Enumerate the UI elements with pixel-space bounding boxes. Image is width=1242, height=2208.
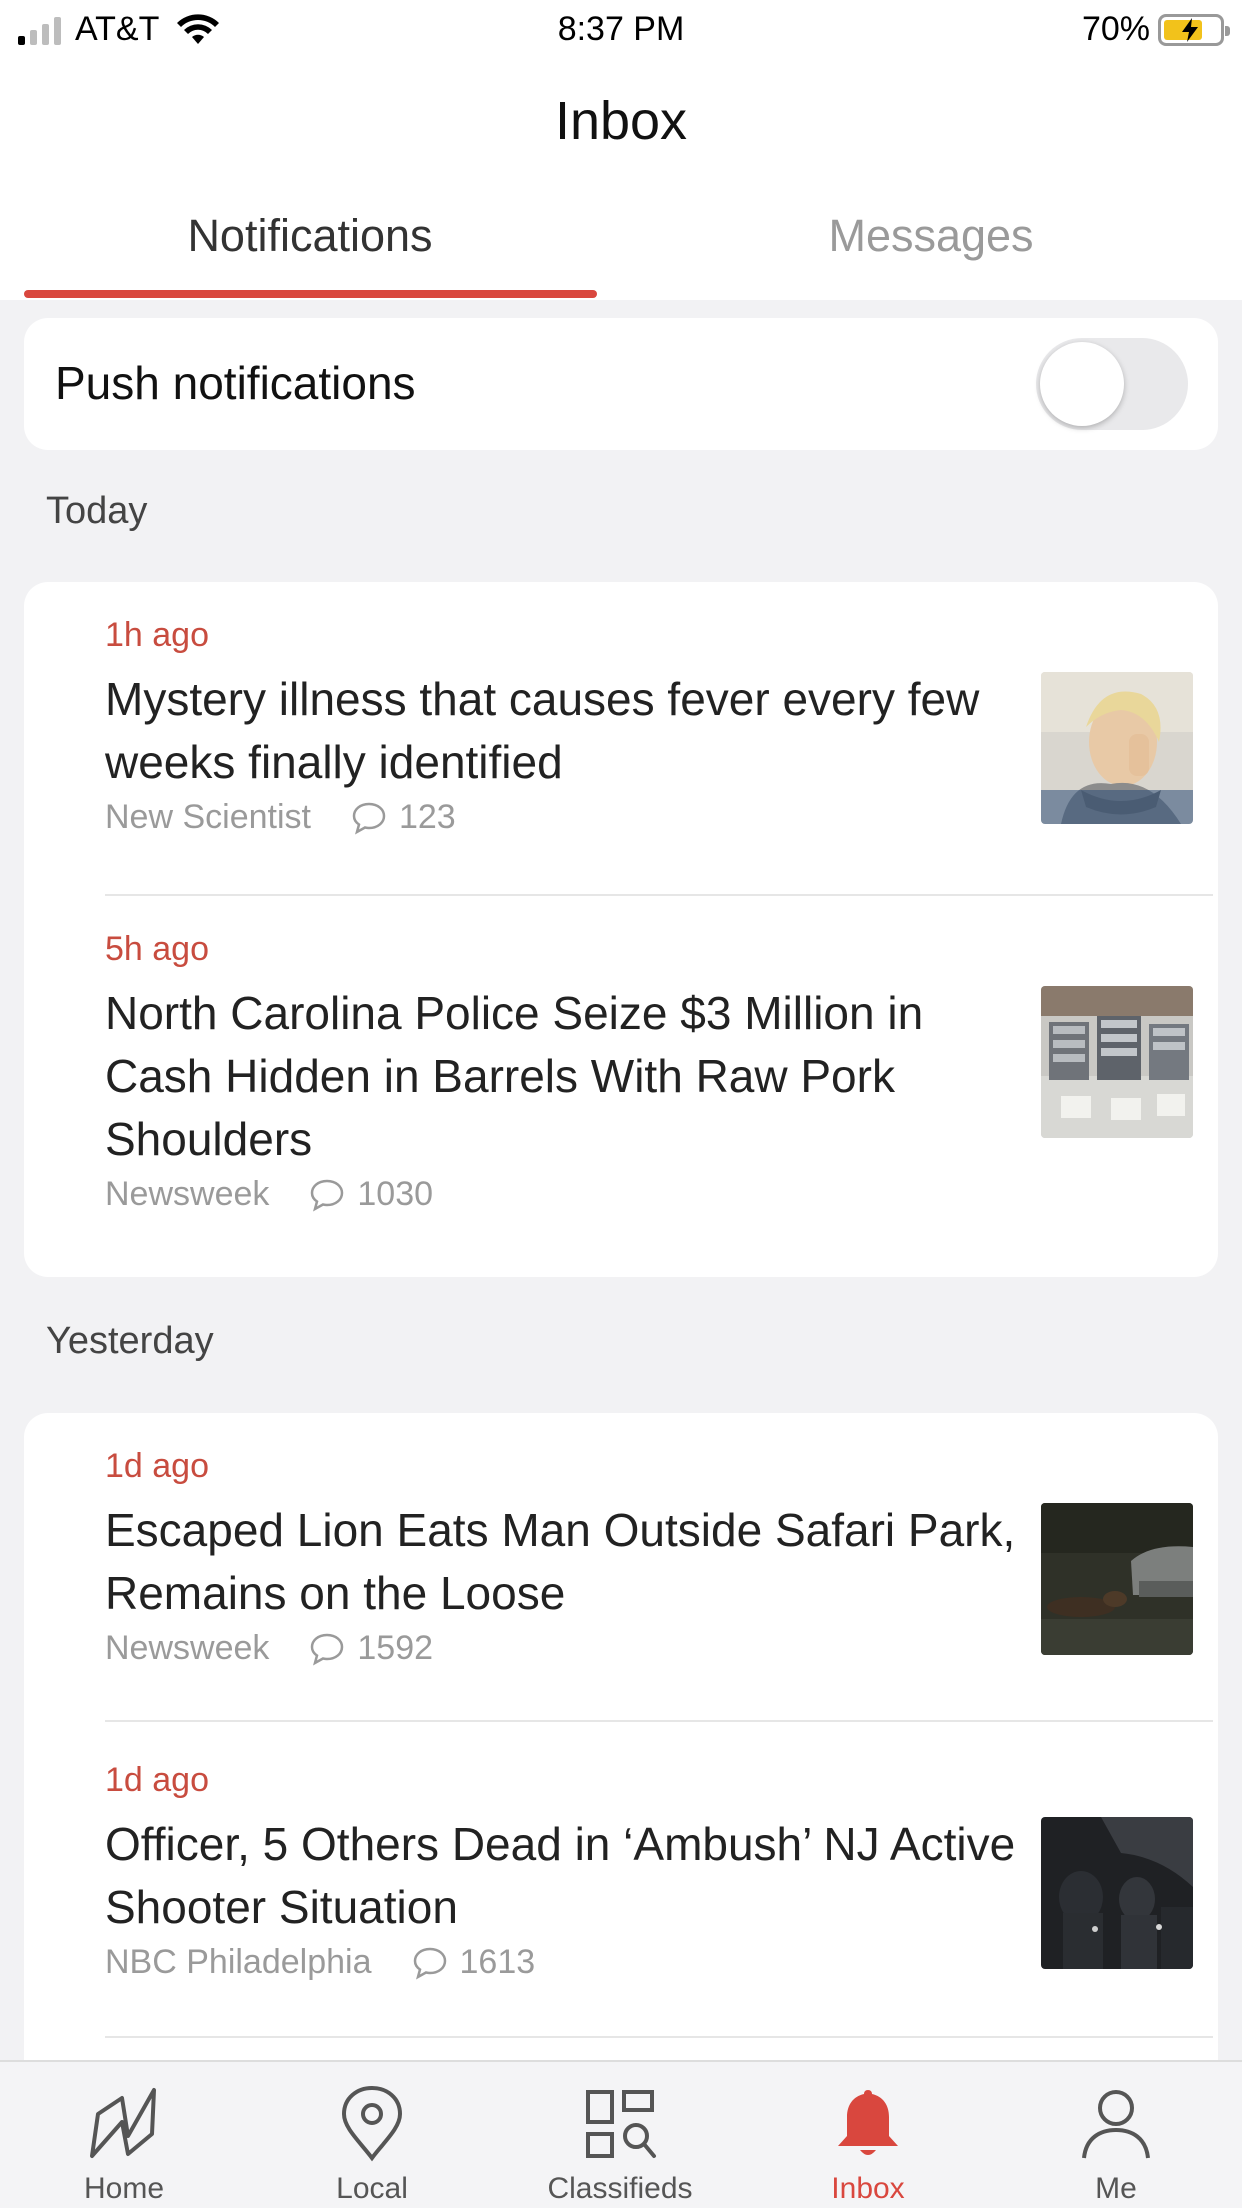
push-notifications-card: Push notifications — [24, 318, 1218, 450]
item-title[interactable]: Officer, 5 Others Dead in ‘Ambush’ NJ Ac… — [105, 1813, 1035, 1939]
item-title[interactable]: North Carolina Police Seize $3 Million i… — [105, 982, 1035, 1171]
classifieds-search-icon — [586, 2090, 656, 2158]
tab-notifications[interactable]: Notifications — [10, 210, 610, 262]
comment-icon — [311, 1179, 344, 1212]
active-tab-indicator — [24, 290, 597, 298]
status-right: 70% — [1081, 10, 1230, 49]
page-title: Inbox — [554, 91, 688, 151]
battery-percent: 70% — [1081, 10, 1150, 48]
status-bar: AT&T 8:37 PM 70% — [0, 0, 1242, 60]
status-time: 8:37 PM — [557, 10, 685, 48]
item-meta: Newsweek 1592 — [105, 1629, 433, 1668]
item-source: Newsweek — [105, 1629, 270, 1667]
map-icon — [90, 2088, 156, 2158]
tab-messages[interactable]: Messages — [631, 210, 1231, 262]
charging-bolt-icon — [1182, 17, 1198, 42]
location-pin-icon — [341, 2085, 403, 2162]
article-thumbnail[interactable] — [1041, 1817, 1193, 1969]
item-source: NBC Philadelphia — [105, 1943, 372, 1981]
list-item[interactable]: 1d ago Escaped Lion Eats Man Outside Saf… — [24, 1447, 1218, 1737]
person-icon — [1082, 2090, 1150, 2159]
section-label-yesterday: Yesterday — [46, 1320, 214, 1362]
item-meta: Newsweek 1030 — [105, 1175, 433, 1214]
divider — [105, 2036, 1213, 2038]
item-comment-count: 123 — [398, 798, 456, 836]
bell-icon — [838, 2090, 898, 2155]
divider — [105, 894, 1213, 896]
list-item[interactable]: 5h ago North Carolina Police Seize $3 Mi… — [24, 930, 1218, 1260]
item-time: 1d ago — [105, 1447, 209, 1485]
nav-label: Inbox — [831, 2172, 905, 2205]
item-source: Newsweek — [105, 1175, 270, 1213]
item-time: 5h ago — [105, 930, 209, 968]
section-label-today: Today — [46, 490, 148, 532]
item-title[interactable]: Escaped Lion Eats Man Outside Safari Par… — [105, 1499, 1035, 1625]
push-notifications-label: Push notifications — [55, 357, 416, 409]
item-source: New Scientist — [105, 798, 311, 836]
nav-label: Local — [336, 2172, 408, 2205]
list-item[interactable]: 1h ago Mystery illness that causes fever… — [24, 616, 1218, 906]
divider — [105, 1720, 1213, 1722]
toggle-knob — [1040, 342, 1124, 426]
nav-me[interactable]: Me — [992, 2062, 1240, 2208]
comment-icon — [311, 1633, 344, 1666]
inbox-header: Inbox Notifications Messages — [0, 60, 1242, 300]
yesterday-card: 1d ago Escaped Lion Eats Man Outside Saf… — [24, 1413, 1218, 2133]
bottom-nav: Home Local Classifieds Inbox Me — [0, 2060, 1242, 2208]
article-thumbnail[interactable] — [1041, 1503, 1193, 1655]
nav-classifieds[interactable]: Classifieds — [496, 2062, 744, 2208]
item-meta: NBC Philadelphia 1613 — [105, 1943, 535, 1982]
nav-label: Classifieds — [547, 2172, 693, 2205]
battery-icon — [1158, 13, 1230, 46]
item-comment-count: 1613 — [459, 1943, 536, 1981]
item-time: 1d ago — [105, 1761, 209, 1799]
article-thumbnail[interactable] — [1041, 672, 1193, 824]
nav-label: Home — [83, 2172, 165, 2205]
today-card: 1h ago Mystery illness that causes fever… — [24, 582, 1218, 1277]
item-time: 1h ago — [105, 616, 209, 654]
nav-label: Me — [1095, 2172, 1137, 2205]
item-meta: New Scientist 123 — [105, 798, 456, 837]
comment-icon — [413, 1947, 446, 1980]
item-title[interactable]: Mystery illness that causes fever every … — [105, 668, 1035, 794]
item-comment-count: 1030 — [357, 1175, 434, 1213]
push-notifications-toggle[interactable] — [1036, 338, 1188, 430]
nav-inbox[interactable]: Inbox — [744, 2062, 992, 2208]
nav-home[interactable]: Home — [0, 2062, 248, 2208]
comment-icon — [352, 802, 386, 835]
app-screen: AT&T 8:37 PM 70% Inbox Notifications Mes… — [0, 0, 1242, 2208]
item-comment-count: 1592 — [357, 1629, 434, 1667]
nav-local[interactable]: Local — [248, 2062, 496, 2208]
article-thumbnail[interactable] — [1041, 986, 1193, 1138]
list-item[interactable]: 1d ago Officer, 5 Others Dead in ‘Ambush… — [24, 1761, 1218, 2051]
